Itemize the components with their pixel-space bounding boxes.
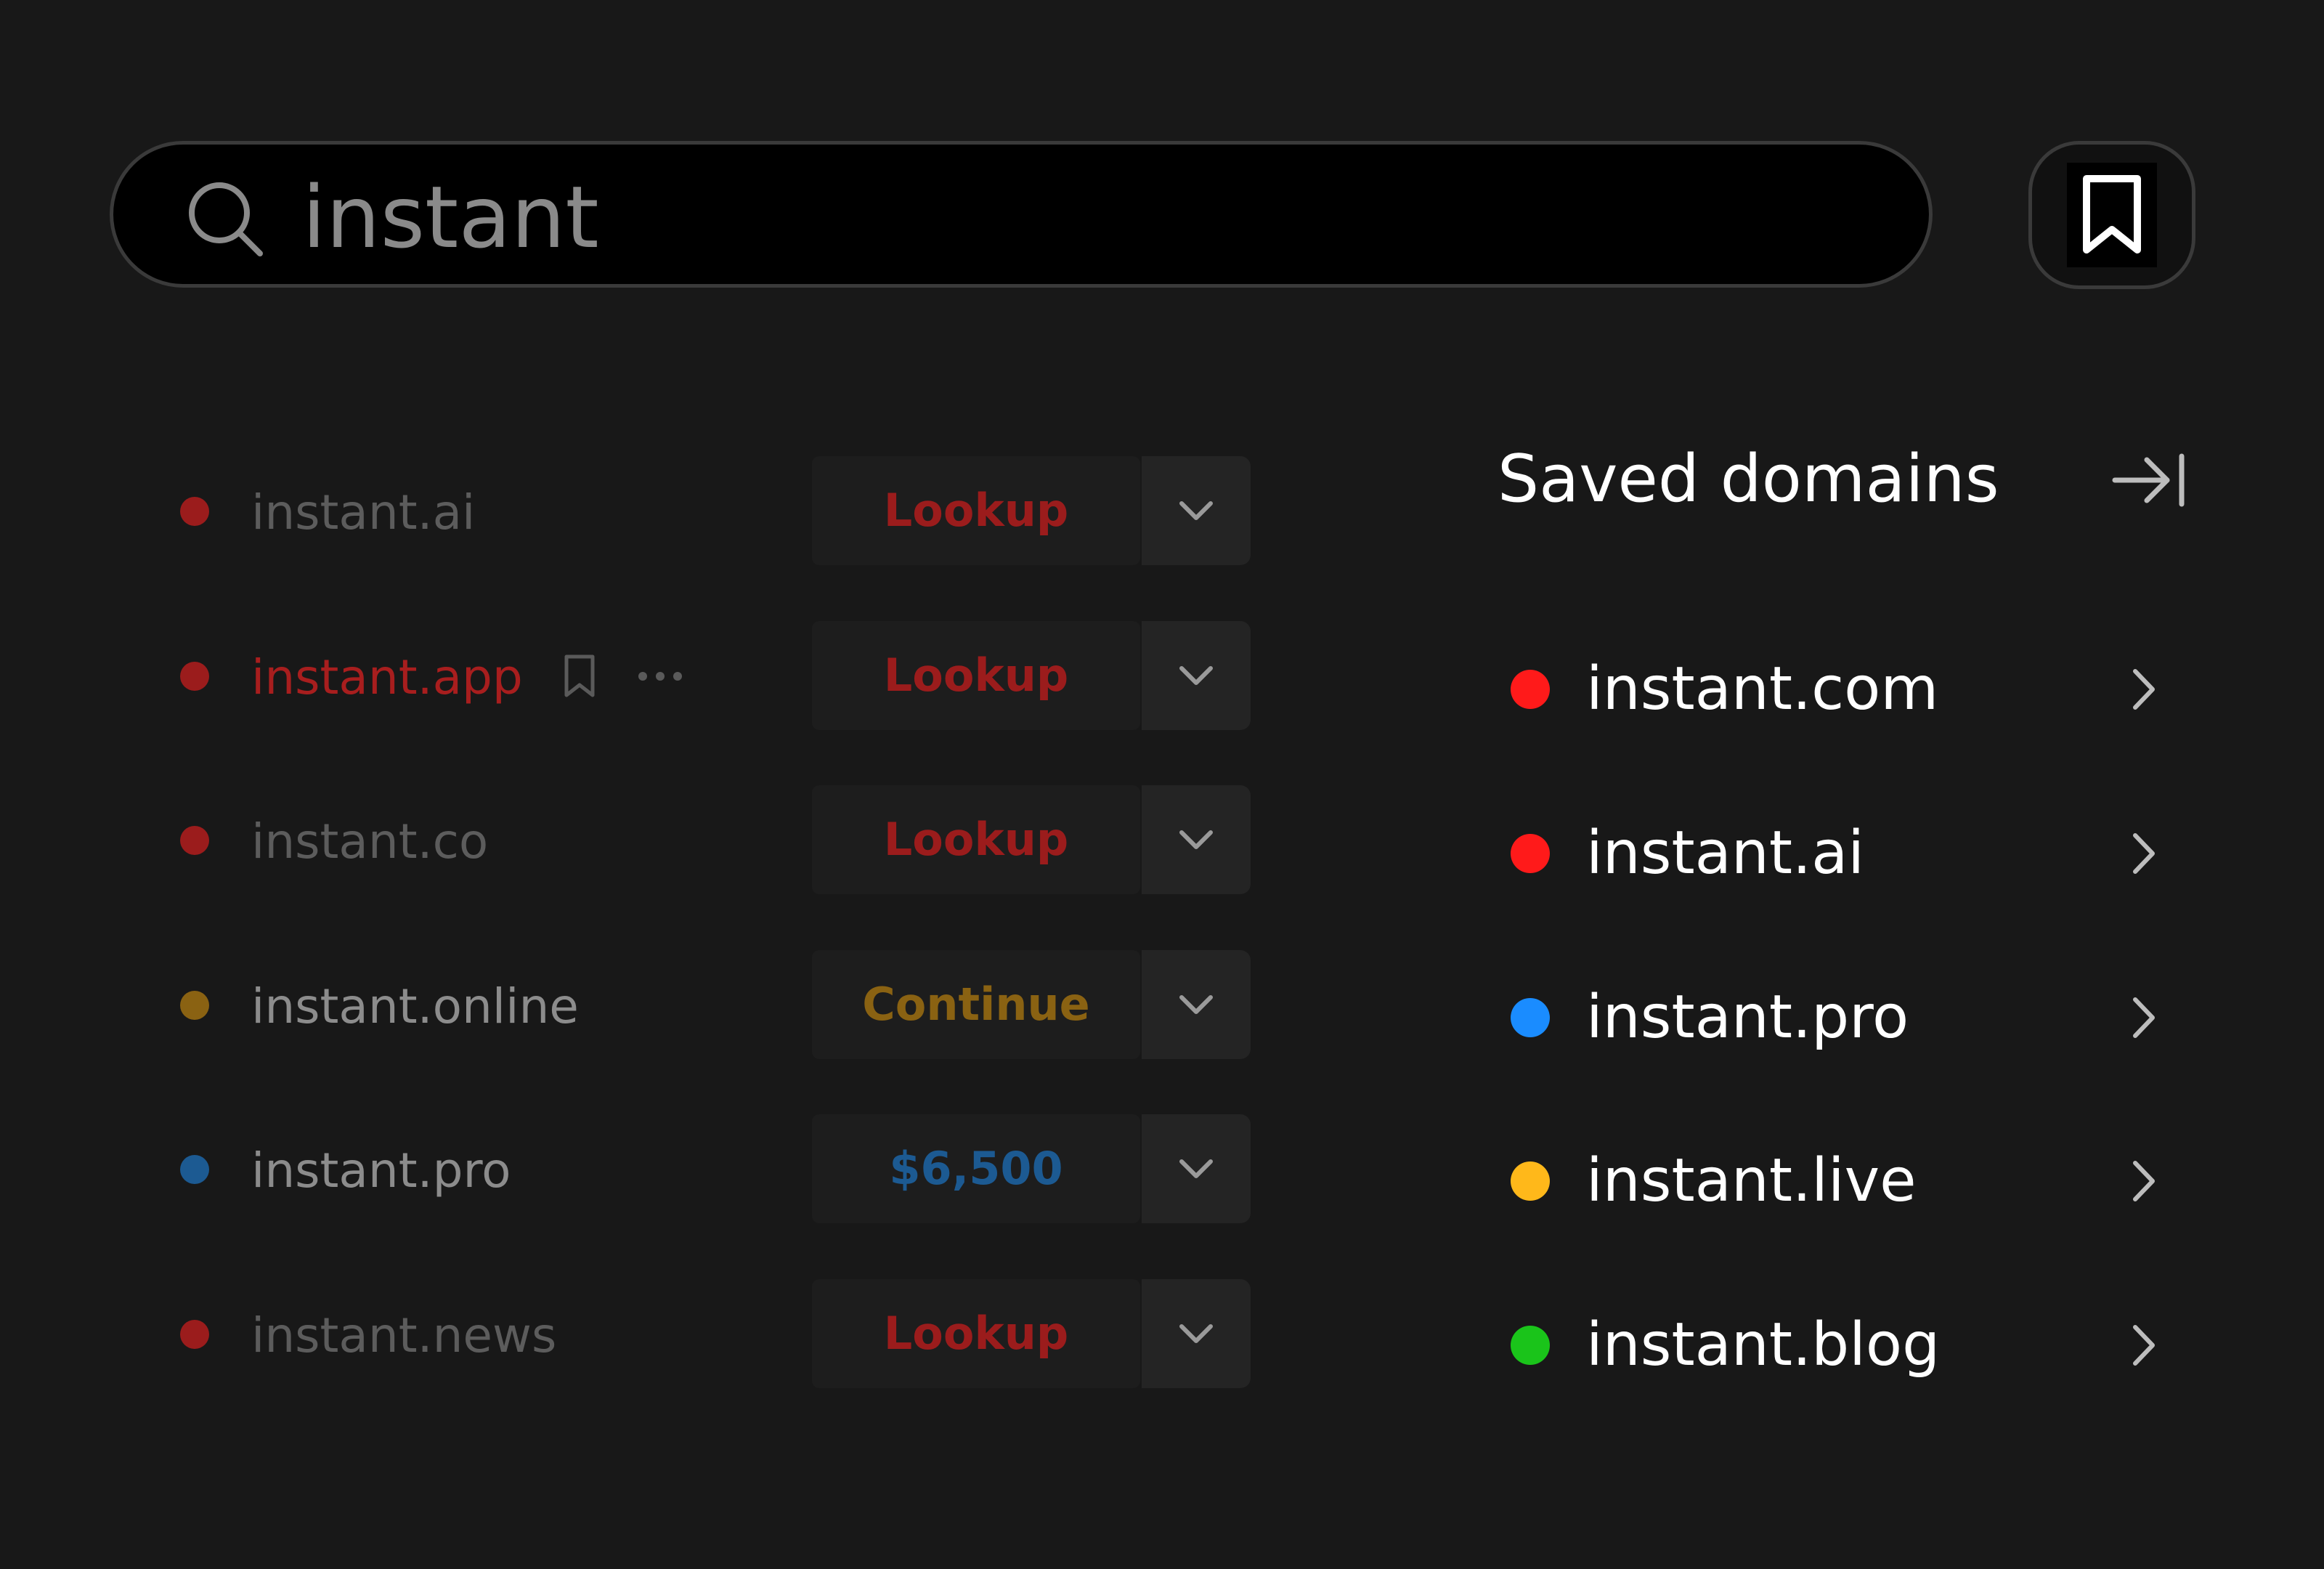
status-dot [1511,1161,1550,1201]
bookmark-icon [2083,175,2141,254]
chevron-down-icon [1179,501,1213,520]
dropdown-button[interactable] [1142,621,1251,730]
result-row[interactable]: instant.app Lookup [0,621,1307,730]
bookmark-icon-box [2067,163,2157,267]
result-row[interactable]: instant.news Lookup [0,1279,1307,1388]
result-domain[interactable]: instant.app [251,649,523,707]
chevron-down-icon [1179,830,1213,849]
chevron-down-icon [1179,666,1213,685]
result-row[interactable]: instant.ai Lookup [0,456,1307,565]
chevron-down-icon [1179,1159,1213,1178]
result-domain[interactable]: instant.online [251,978,579,1036]
saved-domain-item[interactable]: instant.blog [1482,1284,2193,1407]
status-dot [180,1155,209,1184]
result-domain[interactable]: instant.ai [251,484,475,542]
chevron-down-icon [1179,1324,1213,1343]
action-button[interactable]: Lookup [812,785,1140,894]
saved-domains-title: Saved domains [1498,441,1999,517]
bookmark-icon[interactable] [561,653,598,700]
more-options-icon[interactable] [636,662,684,691]
saved-domain-label: instant.pro [1586,983,1909,1052]
status-dot [180,662,209,691]
dropdown-button[interactable] [1142,1279,1251,1388]
result-domain[interactable]: instant.news [251,1307,556,1365]
dropdown-button[interactable] [1142,785,1251,894]
chevron-right-icon [2133,833,2155,874]
saved-domain-item[interactable]: instant.pro [1482,956,2193,1079]
dropdown-button[interactable] [1142,456,1251,565]
bookmarks-button[interactable] [2028,141,2195,289]
result-row[interactable]: instant.online Continue [0,950,1307,1059]
dropdown-button[interactable] [1142,950,1251,1059]
collapse-panel-icon[interactable] [2109,447,2189,513]
chevron-right-icon [2133,669,2155,710]
status-dot [180,991,209,1020]
result-domain[interactable]: instant.co [251,813,488,871]
saved-domain-item[interactable]: instant.com [1482,628,2193,751]
results-list: instant.ai Lookup instant.app Lookup instant… [0,0,1307,1569]
status-dot [1511,670,1550,709]
status-dot [180,1320,209,1349]
saved-domain-item[interactable]: instant.live [1482,1119,2193,1243]
action-button[interactable]: $6,500 [812,1114,1140,1223]
saved-domain-label: instant.ai [1586,819,1865,888]
chevron-right-icon [2133,997,2155,1038]
action-button[interactable]: Lookup [812,456,1140,565]
action-button[interactable]: Lookup [812,621,1140,730]
status-dot [180,497,209,526]
chevron-right-icon [2133,1325,2155,1366]
dropdown-button[interactable] [1142,1114,1251,1223]
chevron-right-icon [2133,1161,2155,1201]
action-button[interactable]: Continue [812,950,1140,1059]
result-row[interactable]: instant.co Lookup [0,785,1307,894]
saved-domain-label: instant.blog [1586,1310,1941,1379]
status-dot [1511,998,1550,1037]
action-button[interactable]: Lookup [812,1279,1140,1388]
chevron-down-icon [1179,995,1213,1014]
result-domain[interactable]: instant.pro [251,1142,511,1200]
status-dot [1511,834,1550,873]
saved-domain-item[interactable]: instant.ai [1482,792,2193,915]
status-dot [180,826,209,855]
status-dot [1511,1326,1550,1365]
saved-domain-label: instant.live [1586,1146,1917,1215]
result-row[interactable]: instant.pro $6,500 [0,1114,1307,1223]
saved-domain-label: instant.com [1586,654,1939,723]
